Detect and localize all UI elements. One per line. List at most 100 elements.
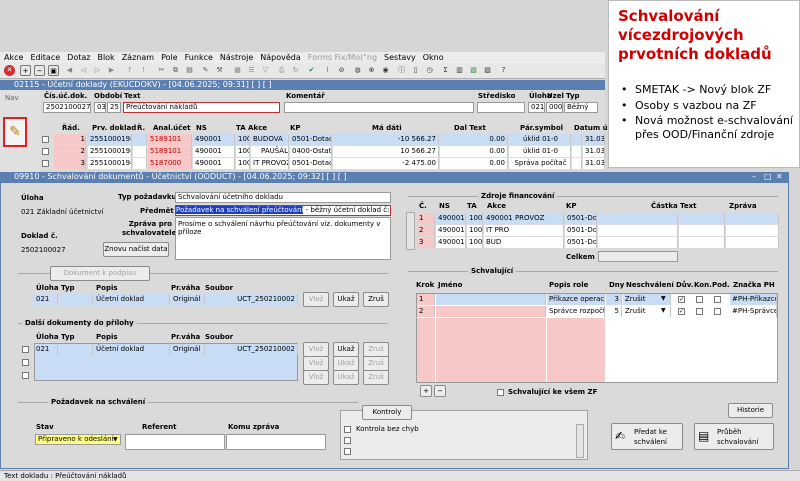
filter-icon[interactable]: ▽: [260, 65, 271, 76]
zrus-button[interactable]: Zruš: [363, 342, 389, 357]
cell-text[interactable]: [679, 225, 725, 236]
cell-krok[interactable]: 2: [417, 306, 435, 317]
execute-query-icon[interactable]: !: [138, 65, 149, 76]
predat-button[interactable]: ✍ Předat ke schválení: [611, 423, 683, 450]
kon-checkbox[interactable]: [696, 296, 703, 303]
cell-kp[interactable]: 0501-Do: [565, 213, 597, 224]
menu-dotaz[interactable]: Dotaz: [67, 53, 90, 62]
zrus-button[interactable]: Zruš: [363, 370, 389, 385]
query-icon[interactable]: ?: [124, 65, 135, 76]
cell-kp[interactable]: 0501-Dotace: [290, 158, 332, 169]
attachment-icon[interactable]: ⌇: [322, 65, 333, 76]
zdroje-row[interactable]: 1 490001 100 490001 PROVOZ 0501-Do: [417, 213, 779, 224]
cell-dal[interactable]: 0.00: [440, 158, 508, 169]
typ-field[interactable]: Běžný: [564, 102, 598, 113]
cell-anal[interactable]: 5189101: [148, 146, 192, 157]
delete-record-icon[interactable]: −: [34, 65, 45, 76]
cell-text[interactable]: [679, 237, 725, 248]
cell-zprava[interactable]: [726, 213, 779, 224]
exit-icon[interactable]: ✕: [4, 65, 15, 76]
pod-checkbox[interactable]: [714, 308, 721, 315]
prev-record-icon[interactable]: ◁: [78, 65, 89, 76]
cell-jmeno[interactable]: [436, 294, 546, 305]
vloz-button[interactable]: Vlož: [303, 342, 329, 357]
menu-blok[interactable]: Blok: [97, 53, 114, 62]
ukaz-button[interactable]: Ukaž: [333, 342, 359, 357]
cut-icon[interactable]: ✂: [156, 65, 167, 76]
cell-ta[interactable]: 100: [236, 146, 250, 157]
pod-checkbox[interactable]: [714, 296, 721, 303]
row-checkbox[interactable]: [22, 346, 29, 353]
cis-uc-dok-field[interactable]: 2502100027: [43, 102, 91, 113]
uzel-field[interactable]: 000: [546, 102, 563, 113]
copy-icon[interactable]: ⧉: [170, 65, 181, 76]
cell-role[interactable]: Příkazce operace: [547, 294, 605, 305]
kon-checkbox[interactable]: [696, 308, 703, 315]
chart-icon[interactable]: ▨: [482, 65, 493, 76]
kontroly-button[interactable]: Kontroly: [362, 405, 412, 420]
cell-par[interactable]: [572, 134, 582, 145]
historie-button[interactable]: Historie: [728, 403, 773, 418]
save-icon[interactable]: ▣: [48, 65, 59, 76]
cell-akce[interactable]: IT PROVOZ: [251, 158, 289, 169]
sum-icon[interactable]: Σ: [440, 65, 451, 76]
obdobi-year-field[interactable]: 25: [107, 102, 121, 113]
kontrola-checkbox[interactable]: [344, 426, 351, 433]
cell-datum[interactable]: 31.03.2025: [583, 146, 605, 157]
cell-ma-dati[interactable]: 10 566.27: [333, 146, 439, 157]
cell-popis[interactable]: Účetní doklad: [94, 344, 170, 355]
remove-approver-button[interactable]: −: [434, 385, 446, 397]
cell-dal[interactable]: 0.00: [440, 146, 508, 157]
cell-kp[interactable]: 0501-Do: [565, 237, 597, 248]
ukaz-button[interactable]: Ukaž: [333, 292, 359, 307]
menu-zaznam[interactable]: Záznam: [122, 53, 154, 62]
obdobi-month-field[interactable]: 03: [94, 102, 106, 113]
duv-checkbox[interactable]: ✓: [678, 308, 685, 315]
cell-c[interactable]: 1: [417, 213, 435, 224]
cell-zprava[interactable]: [726, 225, 779, 236]
cell-role[interactable]: Správce rozpočtu: [547, 306, 605, 317]
help-icon[interactable]: ?: [498, 65, 509, 76]
cell-par[interactable]: [572, 146, 582, 157]
cell-kp[interactable]: 0501-Dotace: [290, 134, 332, 145]
last-record-icon[interactable]: ▶: [106, 65, 117, 76]
row-checkbox[interactable]: [42, 136, 49, 143]
cell-ns[interactable]: 490001: [436, 225, 466, 236]
menu-funkce[interactable]: Funkce: [185, 53, 213, 62]
stav-select[interactable]: Připraveno k odeslání: [35, 434, 121, 445]
row-checkbox[interactable]: [22, 359, 29, 366]
cell-ns[interactable]: 490001: [193, 146, 235, 157]
cell-ns[interactable]: 490001: [193, 158, 235, 169]
komentar-field[interactable]: [284, 102, 474, 113]
kontroly-scrollbar[interactable]: [576, 424, 584, 458]
cell-ta[interactable]: 100: [467, 225, 483, 236]
target-icon[interactable]: ⊕: [366, 65, 377, 76]
cell-ma-dati[interactable]: -2 475.00: [333, 158, 439, 169]
nav-label[interactable]: Nav: [5, 94, 19, 102]
komu-field[interactable]: [226, 434, 326, 450]
cell-castka[interactable]: [598, 237, 678, 248]
calendar-icon[interactable]: ▦: [232, 65, 243, 76]
dialog-maximize-icon[interactable]: □: [764, 172, 772, 181]
cell-kp[interactable]: 0501-Do: [565, 225, 597, 236]
cell-rad[interactable]: 3: [54, 158, 86, 169]
cell-text[interactable]: úklid 01-0: [509, 146, 571, 157]
cell-anal[interactable]: 5187000: [148, 158, 192, 169]
cell-dny[interactable]: 5: [606, 306, 622, 317]
link-icon[interactable]: ⊘: [336, 65, 347, 76]
doc-row[interactable]: 021 Účetní doklad Originál UCT_250210002: [34, 294, 298, 305]
cell-r[interactable]: [133, 158, 147, 169]
duv-checkbox[interactable]: ✓: [678, 296, 685, 303]
info-icon[interactable]: ⓘ: [396, 65, 407, 76]
clock-icon[interactable]: ◷: [424, 65, 435, 76]
cell-dny[interactable]: 3: [606, 294, 622, 305]
cell-soubor[interactable]: UCT_250210002: [206, 344, 298, 355]
schv-row[interactable]: 1 Příkazce operace 3 Zrušit #PH-Příkazce: [417, 294, 777, 305]
cell-dal[interactable]: 0.00: [440, 134, 508, 145]
paste-icon[interactable]: ▤: [184, 65, 195, 76]
zprava-field[interactable]: Prosíme o schválení návrhu přeúčtování v…: [175, 217, 391, 260]
predmet-field[interactable]: Požadavek na schválení přeúčtování - běž…: [175, 205, 391, 216]
cell-rad[interactable]: 1: [54, 134, 86, 145]
cell-ns[interactable]: 490001: [436, 237, 466, 248]
tools-icon[interactable]: ⚒: [214, 65, 225, 76]
